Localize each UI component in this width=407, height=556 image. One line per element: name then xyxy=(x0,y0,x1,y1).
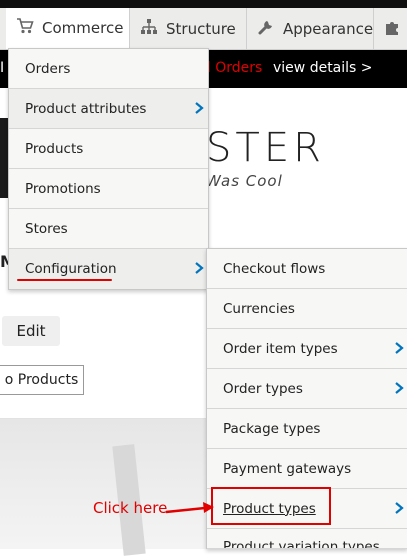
annotation-arrow-icon xyxy=(165,502,214,514)
